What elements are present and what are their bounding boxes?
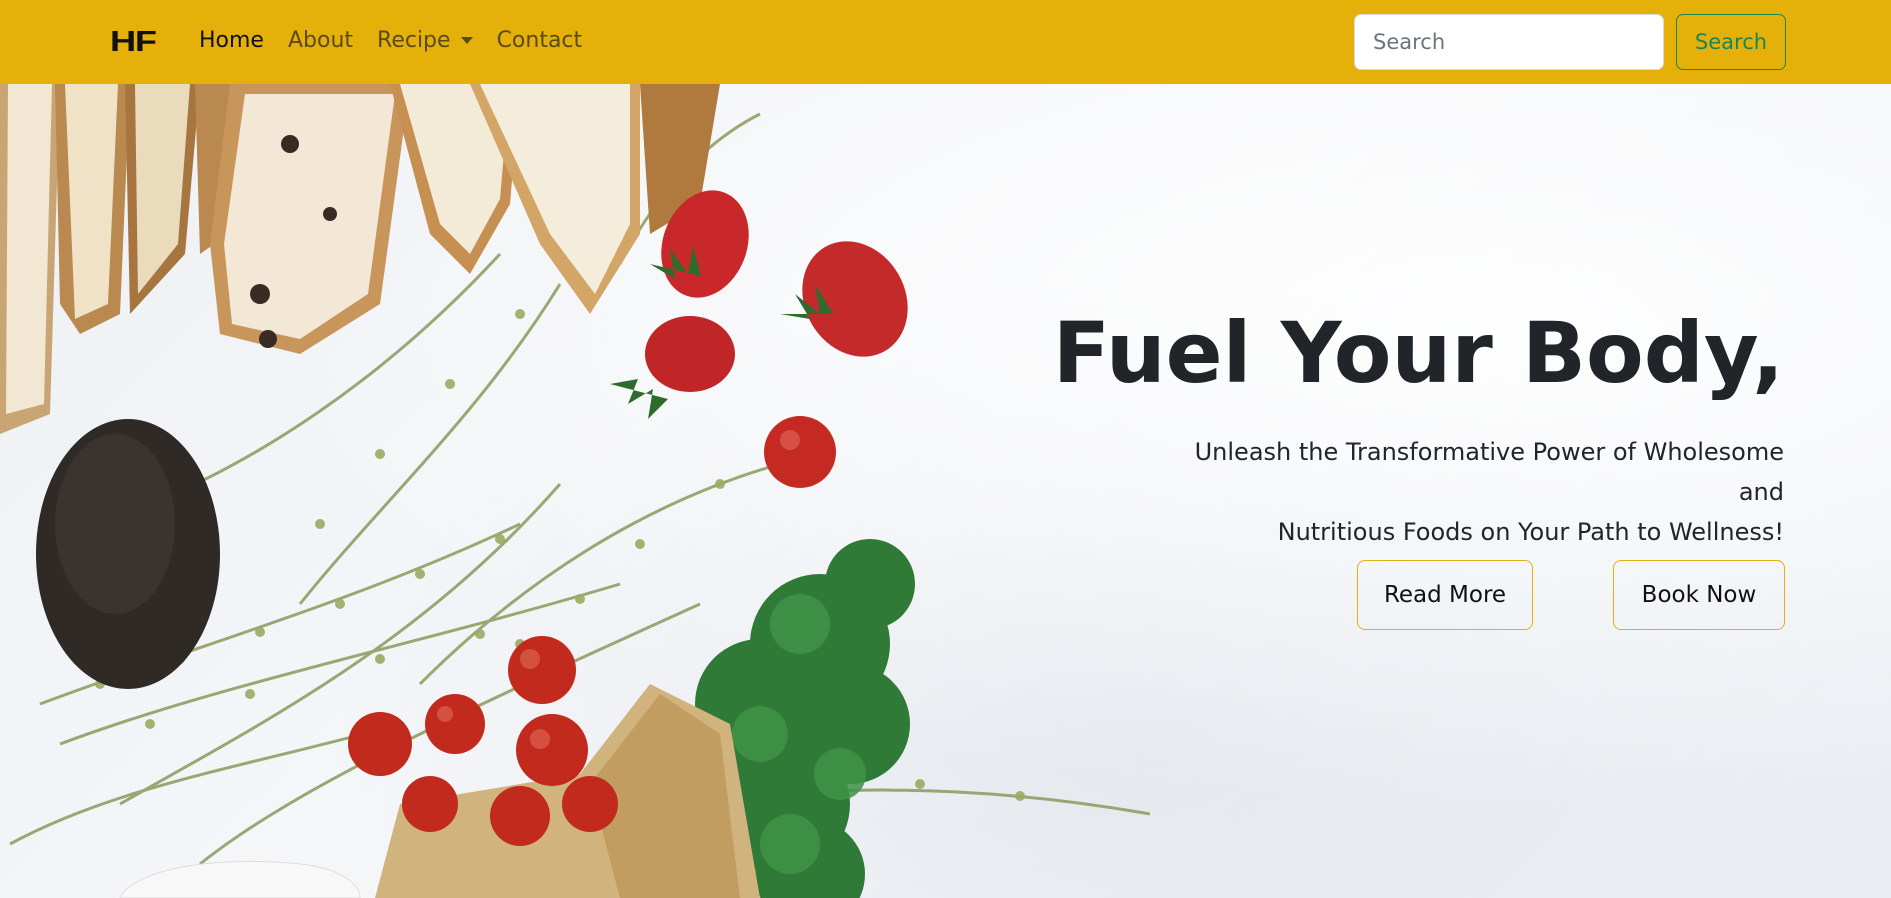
caret-down-icon [460, 37, 473, 44]
hero-food-image [0, 84, 1150, 898]
search-button[interactable]: Search [1676, 14, 1786, 70]
book-now-button[interactable]: Book Now [1613, 560, 1785, 630]
white-bowl [119, 860, 361, 898]
search-input[interactable] [1354, 14, 1664, 70]
hero-subtitle-line2: Nutritious Foods on Your Path to Wellnes… [1277, 518, 1784, 546]
nav-link-contact[interactable]: Contact [497, 28, 583, 53]
hero-subtitle-line1: Unleash the Transformative Power of Whol… [1194, 438, 1784, 506]
hero-subtitle: Unleash the Transformative Power of Whol… [1144, 432, 1784, 552]
hero-section: Fuel Your Body, Unleash the Transformati… [0, 84, 1891, 898]
nav-link-home[interactable]: Home [199, 28, 264, 53]
nav-links: Home About Recipe Contact [199, 28, 606, 53]
brand-logo[interactable]: HF [110, 26, 157, 59]
hero-title: Fuel Your Body, [1052, 304, 1784, 402]
nav-link-about[interactable]: About [288, 28, 353, 53]
cherry-tomato [764, 416, 836, 488]
navbar: HF Home About Recipe Contact Search [0, 0, 1891, 84]
nav-link-recipe-dropdown[interactable]: Recipe [377, 28, 473, 53]
read-more-button[interactable]: Read More [1357, 560, 1533, 630]
nav-link-recipe-label: Recipe [377, 28, 451, 53]
